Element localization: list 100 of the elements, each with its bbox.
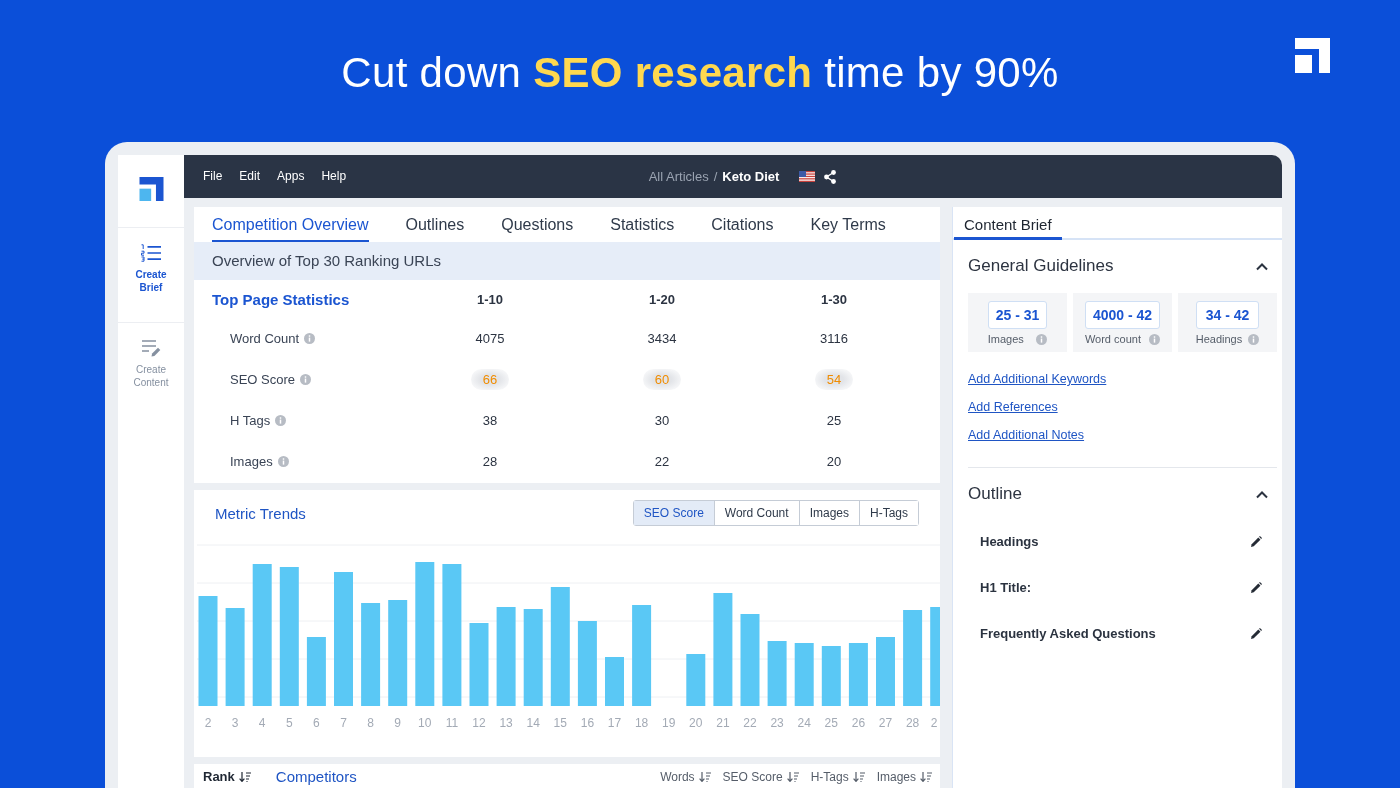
menu-item[interactable]: Help: [321, 169, 347, 184]
axis-label: 7: [340, 716, 347, 730]
column-header[interactable]: SEO Score: [722, 769, 799, 785]
axis-label: 10: [418, 716, 432, 730]
axis-label: 8: [367, 716, 374, 730]
column-header[interactable]: Words: [660, 769, 711, 785]
row-label: Images: [230, 454, 273, 469]
table-cell: 38: [482, 413, 498, 428]
metric-label: Images: [987, 333, 1024, 346]
headline: Cut down SEO research time by 90%: [341, 49, 1059, 97]
tab[interactable]: Statistics: [610, 215, 675, 242]
toggle-button[interactable]: SEO Score: [633, 501, 714, 525]
logo-icon: [1295, 38, 1330, 73]
chart-bar: [794, 643, 814, 706]
flag-icon[interactable]: [799, 171, 816, 182]
axis-label: 20: [689, 716, 703, 730]
table-cell: 25: [826, 413, 842, 428]
chart-title: Metric Trends: [215, 504, 306, 522]
axis-label: 18: [634, 716, 649, 730]
tab[interactable]: Outlines: [405, 215, 465, 242]
chart-bar: [876, 637, 895, 706]
table-cell: 4075: [475, 331, 505, 346]
chart-bar: [306, 637, 326, 706]
range-value: 25 - 31: [987, 301, 1048, 329]
table-cell: 54: [814, 369, 854, 390]
table-cell: 60: [642, 369, 682, 390]
chevron-up-icon[interactable]: [1256, 489, 1268, 499]
numbered-list-icon: [141, 244, 161, 262]
menu-item[interactable]: Edit: [239, 169, 261, 184]
axis-label: 4: [258, 716, 266, 730]
column-header[interactable]: H-Tags: [810, 769, 865, 785]
chevron-up-icon[interactable]: [1256, 261, 1268, 271]
pencil-icon[interactable]: [1251, 627, 1262, 639]
table-cell: 22: [654, 454, 670, 469]
menu-item[interactable]: File: [203, 169, 223, 184]
axis-label: 27: [878, 716, 893, 730]
axis-label: 25: [824, 716, 838, 730]
pencil-icon[interactable]: [1251, 581, 1262, 593]
table-title: Top Page Statistics: [212, 290, 351, 308]
column-header: 1-10: [477, 291, 503, 307]
chart-bar: [605, 657, 624, 706]
table-cell: 28: [482, 454, 498, 469]
column-header[interactable]: Competitors: [275, 769, 357, 785]
table-cell: 20: [826, 454, 842, 469]
outline-item: H1 Title:: [980, 579, 1032, 595]
axis-label: 26: [851, 716, 866, 730]
outline-item: Headings: [980, 533, 1039, 549]
column-header[interactable]: Images: [876, 769, 932, 785]
axis-label: 13: [499, 716, 513, 730]
row-label: H Tags: [230, 413, 271, 428]
column-header: 1-20: [649, 291, 675, 307]
axis-label: 9: [394, 716, 402, 730]
breadcrumb-link[interactable]: All Articles: [648, 168, 709, 185]
overview-banner: Overview of Top 30 Ranking URLs: [194, 242, 940, 280]
axis-label: 15: [553, 716, 567, 730]
tab[interactable]: Citations: [711, 215, 774, 242]
axis-label: 11: [445, 716, 459, 730]
range-value: 34 - 42: [1195, 301, 1260, 329]
axis-label: 14: [526, 716, 540, 730]
metric-label: Headings: [1195, 333, 1243, 346]
chart-bar: [686, 654, 706, 706]
range-value: 4000 - 42: [1084, 301, 1161, 329]
section-title: Outline: [968, 484, 1022, 504]
axis-label: 5: [285, 716, 293, 730]
axis-label: 19: [662, 716, 676, 730]
text-link[interactable]: Add Additional Keywords: [968, 371, 1107, 387]
column-header[interactable]: Rank: [203, 769, 251, 785]
edit-lines-icon: [141, 339, 161, 357]
outline-item: Frequently Asked Questions: [980, 625, 1156, 641]
text-link[interactable]: Add Additional Notes: [968, 427, 1085, 443]
axis-label: 12: [472, 716, 486, 730]
chart-bar: [821, 646, 841, 706]
table-cell: 3434: [647, 331, 677, 346]
axis-label: 28: [905, 716, 920, 730]
axis-label: 16: [580, 716, 595, 730]
share-icon[interactable]: [824, 169, 837, 184]
logo-icon: [138, 177, 164, 201]
pencil-icon[interactable]: [1251, 535, 1262, 547]
tab[interactable]: Key Terms: [810, 215, 886, 242]
table-cell: 3116: [820, 331, 848, 346]
axis-label: 21: [716, 716, 730, 730]
column-header: 1-30: [821, 291, 847, 307]
row-label: SEO Score: [230, 372, 296, 387]
breadcrumb-current: Keto Diet: [722, 169, 780, 184]
tab[interactable]: Content Brief: [954, 216, 1062, 240]
axis-label: 3: [231, 716, 239, 730]
axis-label: 22: [743, 716, 757, 730]
row-label: Word Count: [230, 331, 300, 346]
axis-label: 6: [313, 716, 320, 730]
table-cell: 30: [654, 413, 670, 428]
axis-label: 2: [930, 716, 938, 730]
table-cell: 66: [470, 369, 510, 390]
text-link[interactable]: Add References: [968, 399, 1058, 415]
axis-label: 2: [204, 716, 212, 730]
axis-label: 17: [607, 716, 622, 730]
breadcrumb-separator: /: [713, 169, 718, 184]
toggle-button[interactable]: H-Tags: [859, 501, 918, 525]
menu-item[interactable]: Apps: [277, 169, 305, 184]
section-title: General Guidelines: [968, 256, 1114, 276]
tab[interactable]: Questions: [501, 215, 574, 242]
